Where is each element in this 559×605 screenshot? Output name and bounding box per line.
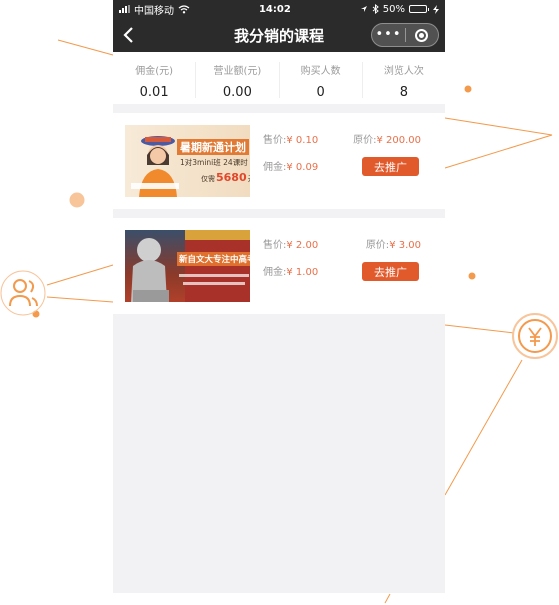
stat-label: 浏览人次 — [383, 66, 424, 77]
close-ring-icon[interactable] — [406, 28, 438, 42]
sale-price: 售价:¥ 0.10 — [263, 131, 318, 146]
stat-value: 8 — [399, 85, 409, 100]
stat-label: 营业额(元) — [213, 66, 262, 77]
banner-price-row: 仅需 5680 元 — [201, 171, 250, 184]
banner-price-unit: 元 — [248, 174, 250, 184]
original-price: 原价:¥ 3.00 — [366, 236, 421, 251]
banner-illustration — [131, 230, 250, 302]
sale-price-label: 售价: — [263, 135, 287, 146]
course-banner-image: 新自文大专注中高考 — [125, 230, 250, 302]
banner-title: 新自文大专注中高考 — [177, 252, 250, 266]
bluetooth-icon — [372, 4, 379, 14]
carrier-label: 中国移动 — [134, 5, 174, 17]
stat-label: 购买人数 — [300, 66, 341, 77]
signal-icon — [119, 5, 130, 13]
commission-label: 佣金: — [263, 162, 287, 173]
stats-summary: 佣金(元) 0.01 营业额(元) 0.00 购买人数 0 浏览人次 8 — [113, 52, 445, 104]
banner-price: 5680 — [216, 171, 247, 184]
charging-icon — [432, 4, 439, 14]
promote-button[interactable]: 去推广 — [362, 262, 419, 281]
stat-value: 0.01 — [139, 85, 169, 100]
back-arrow-icon[interactable] — [121, 27, 137, 43]
banner-title: 暑期新通计划 — [177, 139, 249, 155]
stat-label: 佣金(元) — [135, 66, 174, 77]
status-bar: 中国移动 14:02 50% — [113, 0, 445, 18]
course-card[interactable]: 新自文大专注中高考 售价:¥ 2.00 原价:¥ 3.00 佣金:¥ 1.00 … — [113, 218, 445, 314]
sale-price-value: ¥ 0.10 — [286, 135, 319, 146]
clock: 14:02 — [258, 3, 291, 15]
phone-screen: 中国移动 14:02 50% 我分销的课程 ••• 佣金(元) 0.01 营业额… — [113, 0, 445, 593]
stat-value: 0.00 — [222, 85, 252, 100]
original-price: 原价:¥ 200.00 — [353, 131, 421, 146]
original-price-label: 原价: — [365, 240, 390, 251]
original-price-value: ¥ 200.00 — [376, 135, 421, 146]
commission-value: ¥ 0.09 — [286, 162, 319, 173]
promote-button[interactable]: 去推广 — [362, 157, 419, 176]
sale-price: 售价:¥ 2.00 — [263, 236, 318, 251]
sale-price-value: ¥ 2.00 — [286, 240, 319, 251]
commission: 佣金:¥ 1.00 — [263, 263, 318, 278]
mini-program-capsule: ••• — [371, 23, 439, 47]
original-price-label: 原价: — [353, 135, 377, 146]
commission-label: 佣金: — [263, 267, 287, 278]
original-price-value: ¥ 3.00 — [389, 240, 421, 251]
commission: 佣金:¥ 0.09 — [263, 158, 318, 173]
course-banner-image: 暑期新通计划 1对3mini班 24课时 仅需 5680 元 — [125, 125, 250, 197]
stat-views: 浏览人次 8 — [363, 62, 445, 100]
navigation-bar: 我分销的课程 ••• — [113, 18, 445, 52]
yen-icon — [512, 313, 558, 359]
location-icon — [360, 6, 367, 12]
sale-price-label: 售价: — [263, 240, 287, 251]
battery-percent: 50% — [382, 3, 405, 15]
user-group-icon — [0, 270, 46, 316]
battery-icon — [408, 5, 429, 13]
stat-value: 0 — [316, 85, 325, 100]
commission-value: ¥ 1.00 — [286, 267, 319, 278]
course-card[interactable]: 暑期新通计划 1对3mini班 24课时 仅需 5680 元 售价:¥ 0.10… — [113, 113, 445, 209]
banner-subtitle: 1对3mini班 24课时 — [180, 158, 248, 167]
stat-buyers: 购买人数 0 — [280, 62, 363, 100]
stat-commission: 佣金(元) 0.01 — [113, 62, 197, 100]
wifi-icon — [178, 4, 190, 13]
stat-revenue: 营业额(元) 0.00 — [196, 62, 280, 100]
banner-price-prefix: 仅需 — [201, 175, 215, 183]
more-icon[interactable]: ••• — [372, 24, 405, 46]
